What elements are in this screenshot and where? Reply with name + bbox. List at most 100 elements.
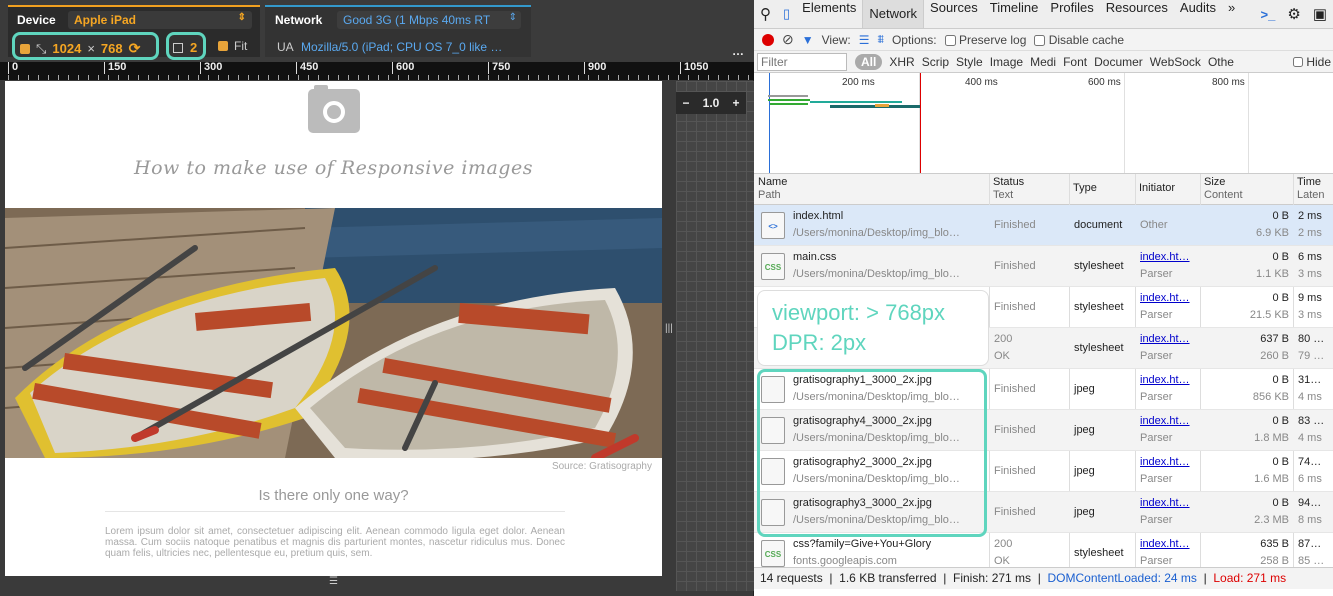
request-initiator[interactable]: index.ht… (1140, 413, 1190, 429)
requests-count: 14 requests (760, 571, 823, 585)
filter-type-websock[interactable]: WebSock (1150, 55, 1201, 69)
filter-type-documer[interactable]: Documer (1094, 55, 1143, 69)
horizontal-ruler: 0 150 300 450 600 750 900 1050 (0, 62, 754, 80)
tab-profiles[interactable]: Profiles (1044, 0, 1099, 28)
request-initiator[interactable]: index.ht… (1140, 536, 1190, 552)
tab-network[interactable]: Network (862, 0, 925, 28)
zoom-in-button[interactable]: + (732, 96, 739, 110)
column-header-status[interactable]: Status Text (993, 176, 1024, 202)
request-name[interactable]: main.css (793, 249, 836, 265)
options-label: Options: (891, 32, 937, 47)
filter-input[interactable] (757, 52, 847, 71)
rotate-icon[interactable]: ⟳ (129, 40, 141, 57)
request-initiator[interactable]: index.ht… (1140, 454, 1190, 470)
tab-audits[interactable]: Audits (1174, 0, 1222, 28)
request-time: 31… (1298, 374, 1322, 386)
column-header-name[interactable]: Name Path (758, 176, 787, 202)
boats-photo (5, 208, 662, 458)
dpr-value[interactable]: 2 (190, 40, 197, 55)
console-icon[interactable]: >_ (1255, 7, 1282, 22)
zoom-out-button[interactable]: − (683, 96, 690, 110)
ruler-minor-tick (108, 75, 109, 80)
hide-checkbox[interactable] (1292, 57, 1303, 68)
request-type: jpeg (1074, 383, 1095, 395)
tab-sources[interactable]: Sources (924, 0, 984, 28)
request-initiator[interactable]: index.ht… (1140, 249, 1190, 265)
vertical-resize-handle[interactable]: ||| (662, 81, 676, 576)
column-header-initiator[interactable]: Initiator (1139, 182, 1175, 195)
tab-overflow-button[interactable]: » (1222, 0, 1241, 28)
fit-checkbox[interactable] (218, 41, 228, 51)
column-header-time[interactable]: Time Laten (1297, 176, 1325, 202)
request-initiator[interactable]: index.ht… (1140, 331, 1190, 347)
filter-type-all[interactable]: All (855, 53, 883, 70)
ruler-minor-tick (428, 75, 429, 80)
height-value[interactable]: 768 (101, 41, 123, 56)
column-header-type[interactable]: Type (1073, 182, 1097, 195)
ruler-minor-tick (328, 75, 329, 80)
resolution-checkbox[interactable] (20, 43, 30, 54)
ruler-tick-label: 450 (296, 62, 318, 74)
column-header-size[interactable]: Size Content (1204, 176, 1243, 202)
gear-icon[interactable]: ⚙ (1281, 5, 1306, 23)
request-status: Finished (994, 260, 1036, 272)
width-value[interactable]: 1024 (52, 41, 81, 56)
request-type: jpeg (1074, 506, 1095, 518)
filter-type-xhr[interactable]: XHR (889, 55, 914, 69)
request-type: stylesheet (1074, 547, 1124, 559)
preserve-log-checkbox[interactable] (944, 34, 956, 46)
ruler-minor-tick (568, 75, 569, 80)
large-rows-icon[interactable]: ☰ (859, 33, 870, 47)
request-content-size: 1.6 MB (1254, 473, 1289, 485)
ruler-minor-tick (338, 75, 339, 80)
request-name[interactable]: css?family=Give+You+Glory (793, 536, 931, 552)
request-initiator[interactable]: index.ht… (1140, 372, 1190, 388)
ruler-minor-tick (658, 75, 659, 80)
filter-type-medi[interactable]: Medi (1030, 55, 1056, 69)
hide-toggle[interactable]: Hide (1292, 55, 1333, 69)
page-subtitle: Is there only one way? (258, 487, 409, 504)
ua-value[interactable]: Mozilla/5.0 (iPad; CPU OS 7_0 like … (301, 40, 502, 54)
horizontal-resize-handle[interactable]: ☰ (5, 576, 662, 590)
request-size: 0 B (1272, 497, 1289, 509)
ruler-minor-tick (158, 75, 159, 80)
tab-elements[interactable]: Elements (796, 0, 862, 28)
request-row[interactable]: <> index.html/Users/monina/Desktop/img_bl… (754, 205, 1333, 246)
ruler-minor-tick (598, 75, 599, 80)
request-status: Finished (994, 465, 1036, 477)
tab-timeline[interactable]: Timeline (984, 0, 1045, 28)
filter-type-font[interactable]: Font (1063, 55, 1087, 69)
request-initiator-type: Parser (1140, 268, 1173, 280)
filter-type-scrip[interactable]: Scrip (922, 55, 949, 69)
ruler-minor-tick (348, 75, 349, 80)
network-select[interactable]: Good 3G (1 Mbps 40ms RT ⇕ (337, 11, 521, 29)
fit-toggle[interactable]: Fit (218, 39, 247, 53)
disable-cache-toggle[interactable]: Disable cache (1034, 33, 1124, 47)
request-row[interactable]: CSS main.css/Users/monina/Desktop/img_blo… (754, 246, 1333, 287)
filter-type-style[interactable]: Style (956, 55, 983, 69)
dock-icon[interactable]: ▣ (1307, 5, 1333, 23)
filter-type-image[interactable]: Image (990, 55, 1023, 69)
clear-icon[interactable]: ⊘ (782, 31, 794, 48)
device-mode-icon[interactable]: ▯ (777, 6, 796, 22)
record-icon[interactable] (762, 33, 774, 46)
emulation-panel: Device Apple iPad ⇕ ⤡ 1024 × 768 ⟳ 2 Fit… (0, 0, 754, 596)
request-initiator[interactable]: index.ht… (1140, 495, 1190, 511)
preserve-log-label: Preserve log (959, 32, 1027, 47)
request-status: Finished (994, 301, 1036, 313)
dpr-row: 2 (173, 40, 197, 55)
overview-icon[interactable]: ⩩ (878, 32, 884, 47)
ruler-tick-label: 300 (200, 62, 222, 74)
timeline-bar (875, 104, 889, 107)
tab-resources[interactable]: Resources (1100, 0, 1174, 28)
preserve-log-toggle[interactable]: Preserve log (944, 32, 1027, 47)
filter-type-othe[interactable]: Othe (1208, 55, 1234, 69)
filter-icon[interactable]: ▼ (802, 33, 814, 47)
more-icon[interactable]: … (732, 44, 744, 58)
request-initiator[interactable]: index.ht… (1140, 290, 1190, 306)
search-icon[interactable]: ⚲ (754, 5, 777, 23)
ruler-tick-label: 150 (104, 62, 126, 74)
request-name[interactable]: index.html (793, 208, 843, 224)
device-select[interactable]: Apple iPad ⇕ (68, 11, 252, 29)
disable-cache-checkbox[interactable] (1034, 34, 1046, 46)
